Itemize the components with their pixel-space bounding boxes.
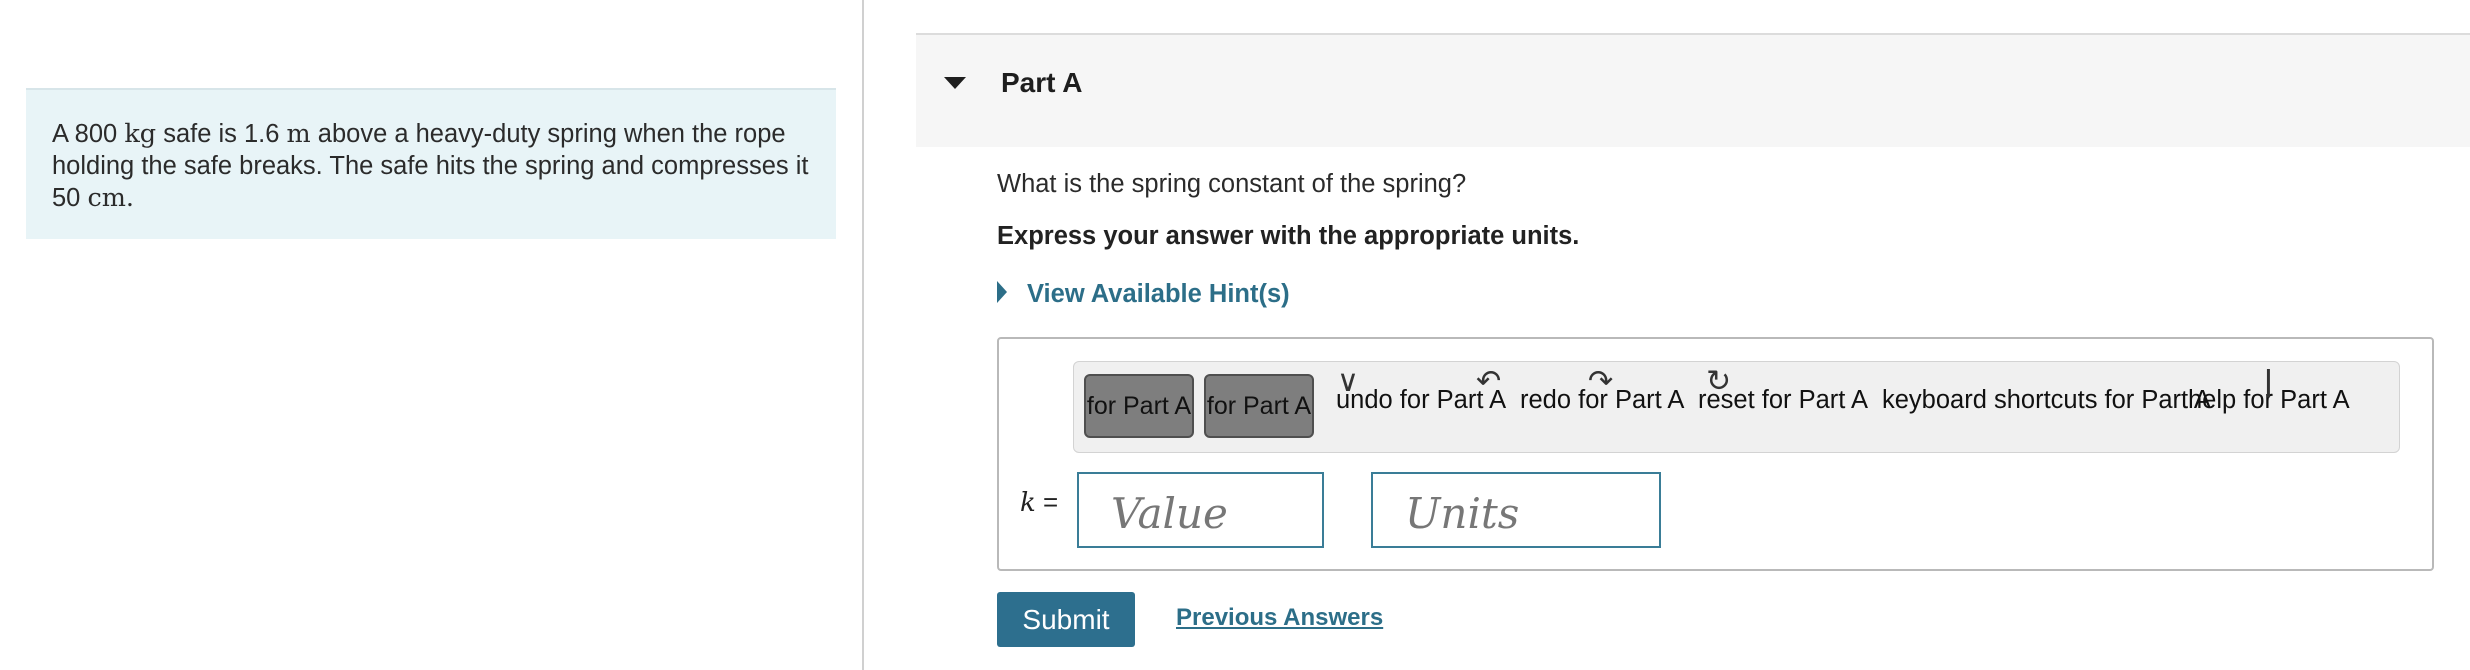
symbol-button-label: for Part A — [1206, 392, 1312, 420]
template-button[interactable]: for Part A — [1084, 374, 1194, 438]
mass-unit: kg — [124, 119, 157, 149]
template-button-label: for Part A — [1086, 392, 1192, 420]
pane-divider — [862, 0, 864, 670]
help-icon: ǀ — [2264, 364, 2273, 399]
redo-icon: ↷ — [1588, 364, 1614, 399]
problem-text-4: . — [125, 183, 135, 213]
problem-statement: A 800 kg safe is 1.6 m above a heavy-dut… — [26, 88, 836, 239]
collapse-caret-icon[interactable] — [944, 77, 966, 89]
part-header[interactable]: Part A — [916, 33, 2470, 147]
keyboard-shortcuts-button[interactable]: keyboard shortcuts for Part A — [1882, 386, 2211, 415]
problem-text-2: safe is 1.6 — [156, 120, 287, 148]
problem-text-1: A 800 — [52, 120, 125, 148]
value-input[interactable] — [1077, 472, 1324, 548]
answer-variable-label: k = — [1020, 487, 1058, 518]
height-unit: m — [286, 119, 311, 149]
answer-instruction: Express your answer with the appropriate… — [997, 222, 1580, 250]
equals-sign: = — [1043, 487, 1059, 517]
symbol-button[interactable]: for Part A — [1204, 374, 1314, 438]
compression-unit: cm — [87, 183, 126, 213]
previous-answers-link[interactable]: Previous Answers — [1176, 604, 1383, 632]
view-hints-label[interactable]: View Available Hint(s) — [1027, 280, 1290, 309]
undo-icon: ↶ — [1476, 364, 1502, 399]
part-pane: Part A What is the spring constant of th… — [916, 0, 2470, 670]
math-toolbar: for Part A for Part A ∨ undo for Part A … — [1073, 361, 2400, 453]
expand-caret-icon — [997, 281, 1007, 303]
answer-box: for Part A for Part A ∨ undo for Part A … — [997, 337, 2434, 571]
problem-pane: A 800 kg safe is 1.6 m above a heavy-dut… — [0, 0, 862, 670]
question-text: What is the spring constant of the sprin… — [997, 170, 1467, 198]
submit-button[interactable]: Submit — [997, 592, 1135, 647]
part-title: Part A — [1001, 67, 1083, 98]
units-input[interactable] — [1371, 472, 1661, 548]
reset-icon: ↻ — [1706, 364, 1732, 399]
answer-variable: k — [1020, 488, 1036, 518]
